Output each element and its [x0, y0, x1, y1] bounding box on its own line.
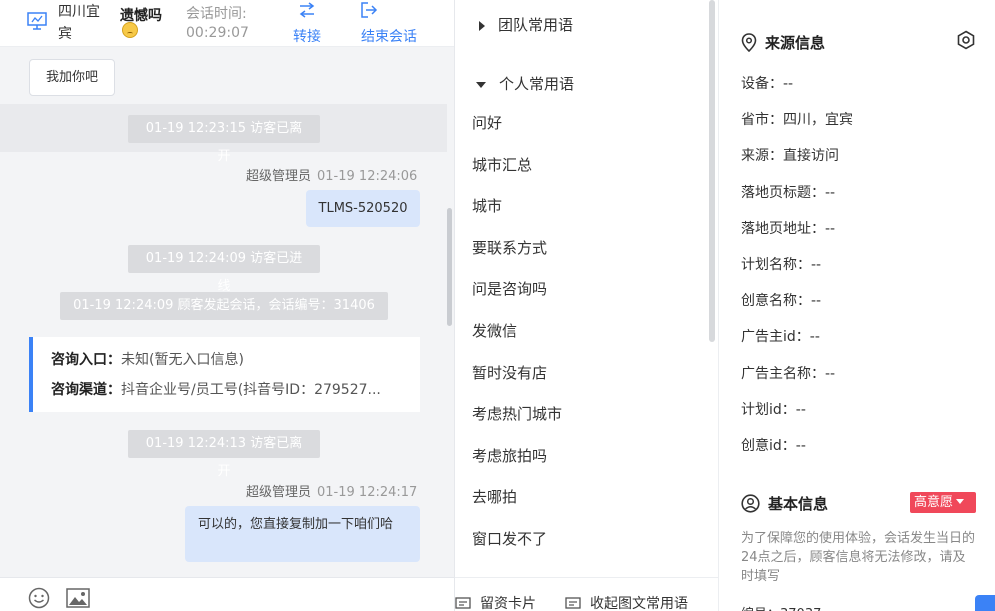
field-plan-id: 计划id：-- — [741, 401, 806, 418]
field-advertiser-id: 广告主id：-- — [741, 329, 820, 346]
phrases-scrollbar[interactable] — [709, 0, 715, 342]
caret-right-icon — [479, 20, 485, 31]
field-creative-name: 创意名称：-- — [741, 293, 822, 310]
message-icon — [565, 597, 581, 609]
end-session-label: 结束会话 — [361, 29, 417, 45]
personal-phrases-group[interactable]: 个人常用语 — [475, 73, 574, 94]
basic-info-label: 基本信息 — [768, 495, 829, 513]
chat-header: 四川宜宾 遗憾吗 会话时间: 00:29:07 转接 结束会话 — [0, 0, 454, 47]
phrase-item[interactable]: 问好 — [472, 105, 562, 147]
edit-deadline-notice: 为了保障您的使用体验，会话发生当日的24点之后，顾客信息将无法修改，请及时填写 — [741, 531, 976, 584]
phrase-item[interactable]: 城市汇总 — [472, 147, 562, 189]
phrase-item[interactable]: 考虑热门城市 — [472, 396, 562, 438]
source-info-label: 来源信息 — [765, 34, 826, 52]
system-message: 01-19 12:23:15 访客已离开 — [128, 115, 320, 164]
field-device: 设备：-- — [741, 76, 794, 92]
team-phrases-label: 团队常用语 — [498, 16, 574, 34]
system-message: 01-19 12:24:09 顾客发起会话，会话编号：31406 — [60, 292, 388, 320]
visitor-avatar-emoji-icon — [122, 22, 138, 38]
floating-action-button[interactable] — [975, 595, 995, 611]
agent-message-bubble: 可以的，您直接复制加一下咱们哈 — [185, 506, 420, 562]
field-landing-title: 落地页标题：-- — [741, 184, 836, 201]
phrases-toolbar: 留资卡片 收起图文常用语 — [455, 577, 718, 611]
collapse-phrases-label: 收起图文常用语 — [590, 596, 688, 611]
transfer-icon — [299, 2, 315, 18]
source-info-title: 来源信息 — [741, 32, 825, 53]
settings-hexagon-icon[interactable] — [956, 30, 976, 50]
message-time: 01-19 12:24:06 — [317, 169, 418, 184]
phrases-panel: 团队常用语 个人常用语 问好 城市汇总 城市 要联系方式 问是咨询吗 发微信 暂… — [455, 0, 718, 611]
caret-down-icon — [476, 81, 486, 88]
end-session-button[interactable]: 结束会话 — [361, 2, 417, 46]
consult-channel-value: 抖音企业号/员工号(抖音号ID：279527... — [121, 382, 381, 398]
add-you-message-button[interactable]: 我加你吧 — [29, 59, 115, 96]
logout-icon — [361, 2, 378, 18]
phrase-list: 问好 城市汇总 城市 要联系方式 问是咨询吗 发微信 暂时没有店 考虑热门城市 … — [472, 105, 562, 563]
system-message: 01-19 12:24:09 访客已进线 — [128, 245, 320, 294]
chat-toolbar — [0, 577, 454, 611]
message-sender: 超级管理员 01-19 12:24:17 — [246, 481, 417, 500]
field-plan-name: 计划名称：-- — [741, 256, 822, 273]
consult-entry-row: 咨询入口：未知(暂无入口信息) — [51, 349, 420, 379]
basic-info-title: 基本信息 — [741, 493, 828, 514]
consult-channel-label: 咨询渠道： — [51, 382, 121, 398]
phrase-item[interactable]: 考虑旅拍吗 — [472, 438, 562, 480]
sender-name: 超级管理员 — [246, 485, 312, 500]
caret-down-icon — [956, 499, 965, 504]
consult-info-card: 咨询入口：未知(暂无入口信息) 咨询渠道：抖音企业号/员工号(抖音号ID：279… — [29, 337, 420, 412]
chat-panel: 四川宜宾 遗憾吗 会话时间: 00:29:07 转接 结束会话 我加你吧 01-… — [0, 0, 455, 611]
phrase-item[interactable]: 窗口发不了 — [472, 521, 562, 563]
field-landing-url: 落地页地址：-- — [741, 220, 836, 237]
phrase-item[interactable]: 城市 — [472, 188, 562, 230]
field-number: 编号：37037 — [741, 603, 821, 611]
session-time-value: 00:29:07 — [186, 25, 249, 41]
transfer-button[interactable]: 转接 — [293, 2, 321, 46]
personal-phrases-label: 个人常用语 — [499, 75, 575, 93]
sender-name: 超级管理员 — [246, 169, 312, 184]
phrase-item[interactable]: 去哪拍 — [472, 479, 562, 521]
field-province-city: 省市：四川，宜宾 — [741, 112, 853, 129]
chat-scrollbar[interactable] — [447, 208, 452, 326]
visitor-info-panel: 来源信息 设备：-- 省市：四川，宜宾 来源：直接访问 落地页标题：-- 落地页… — [718, 0, 995, 611]
phrase-item[interactable]: 要联系方式 — [472, 230, 562, 272]
field-source: 来源：直接访问 — [741, 148, 839, 165]
agent-message-bubble: TLMS-520520 — [306, 190, 420, 227]
monitor-icon — [27, 12, 47, 30]
visitor-region: 四川宜宾 — [58, 4, 100, 42]
consult-entry-value: 未知(暂无入口信息) — [121, 352, 244, 368]
field-creative-id: 创意id：-- — [741, 437, 806, 454]
lead-card-button[interactable]: 留资卡片 — [455, 593, 536, 611]
phrase-item[interactable]: 发微信 — [472, 313, 562, 355]
intent-level-dropdown[interactable]: 高意愿 — [910, 492, 976, 513]
collapse-phrases-button[interactable]: 收起图文常用语 — [565, 593, 688, 611]
session-time-label: 会话时间: — [186, 6, 247, 22]
lead-card-label: 留资卡片 — [480, 596, 536, 611]
phrase-item[interactable]: 暂时没有店 — [472, 355, 562, 397]
message-sender: 超级管理员 01-19 12:24:06 — [246, 165, 417, 184]
location-pin-icon — [741, 33, 757, 53]
consult-channel-row: 咨询渠道：抖音企业号/员工号(抖音号ID：279527... — [51, 379, 420, 409]
image-icon[interactable] — [66, 587, 90, 609]
source-fields: 设备：-- 省市：四川，宜宾 来源：直接访问 落地页标题：-- 落地页地址：--… — [741, 66, 853, 464]
user-circle-icon — [741, 494, 760, 513]
field-advertiser-name: 广告主名称：-- — [741, 365, 836, 382]
message-time: 01-19 12:24:17 — [317, 485, 418, 500]
system-message: 01-19 12:24:13 访客已离开 — [128, 430, 320, 479]
card-icon — [455, 597, 471, 609]
transfer-label: 转接 — [293, 29, 321, 45]
consult-entry-label: 咨询入口： — [51, 352, 121, 368]
phrase-item[interactable]: 问是咨询吗 — [472, 271, 562, 313]
emoji-icon[interactable] — [28, 587, 50, 609]
intent-level-value: 高意愿 — [914, 495, 954, 510]
team-phrases-group[interactable]: 团队常用语 — [475, 14, 573, 35]
